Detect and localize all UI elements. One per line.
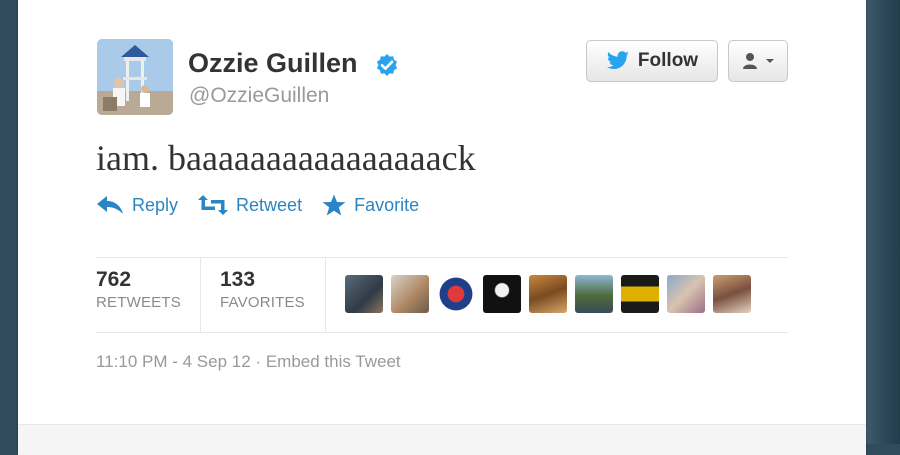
- favoriter-avatar[interactable]: [667, 275, 705, 313]
- verified-badge-icon: [376, 54, 398, 76]
- favoriter-avatar[interactable]: [713, 275, 751, 313]
- favorite-label: Favorite: [354, 194, 420, 215]
- star-icon: [322, 194, 346, 216]
- tweet-timestamp: 11:10 PM - 4 Sep 12 · Embed this Tweet: [96, 352, 401, 372]
- embed-tweet-link[interactable]: Embed this Tweet: [266, 352, 401, 371]
- favoriter-avatar[interactable]: [345, 275, 383, 313]
- tweet-time[interactable]: 11:10 PM - 4 Sep 12: [96, 352, 251, 371]
- retweets-label: RETWEETS: [96, 294, 181, 311]
- favoriter-avatar[interactable]: [529, 275, 567, 313]
- tweet-card: Ozzie Guillen @OzzieGuillen Follow iam. …: [18, 0, 866, 455]
- user-actions-dropdown[interactable]: [728, 40, 788, 82]
- follow-button[interactable]: Follow: [586, 40, 718, 82]
- favoriter-avatar[interactable]: [483, 275, 521, 313]
- card-footer: [18, 424, 866, 455]
- favoriter-avatar[interactable]: [391, 275, 429, 313]
- user-icon: [743, 53, 757, 69]
- favorites-count: 133: [220, 268, 256, 291]
- twitter-bird-icon: [606, 51, 629, 69]
- timestamp-separator: ·: [255, 352, 262, 371]
- display-name[interactable]: Ozzie Guillen: [188, 48, 358, 79]
- caret-down-icon: [766, 59, 774, 63]
- retweets-stat[interactable]: 762 RETWEETS: [96, 258, 200, 332]
- favorites-stat[interactable]: 133 FAVORITES: [220, 258, 324, 332]
- favoriter-avatar[interactable]: [437, 275, 475, 313]
- favorites-label: FAVORITES: [220, 294, 305, 311]
- favorite-button[interactable]: Favorite: [322, 194, 419, 216]
- stat-divider: [200, 258, 201, 332]
- page-background-strip: [866, 0, 900, 444]
- username-handle[interactable]: @OzzieGuillen: [189, 84, 329, 108]
- avatar[interactable]: [97, 39, 173, 115]
- retweets-count: 762: [96, 268, 132, 291]
- follow-button-label: Follow: [637, 50, 699, 71]
- favoriter-avatar[interactable]: [621, 275, 659, 313]
- retweet-icon: [198, 195, 229, 215]
- retweet-button[interactable]: Retweet: [198, 194, 302, 216]
- reply-label: Reply: [132, 194, 179, 215]
- tweet-stats: 762 RETWEETS 133 FAVORITES: [96, 257, 788, 333]
- reply-icon: [97, 196, 123, 214]
- tweet-text: iam. baaaaaaaaaaaaaaaack: [96, 138, 476, 178]
- reply-button[interactable]: Reply: [96, 194, 178, 216]
- tweet-actions: Reply Retweet Favorite: [96, 194, 419, 216]
- favoriter-avatar[interactable]: [575, 275, 613, 313]
- retweet-label: Retweet: [236, 194, 303, 215]
- stat-divider: [325, 258, 326, 332]
- avatar-image: [97, 39, 173, 115]
